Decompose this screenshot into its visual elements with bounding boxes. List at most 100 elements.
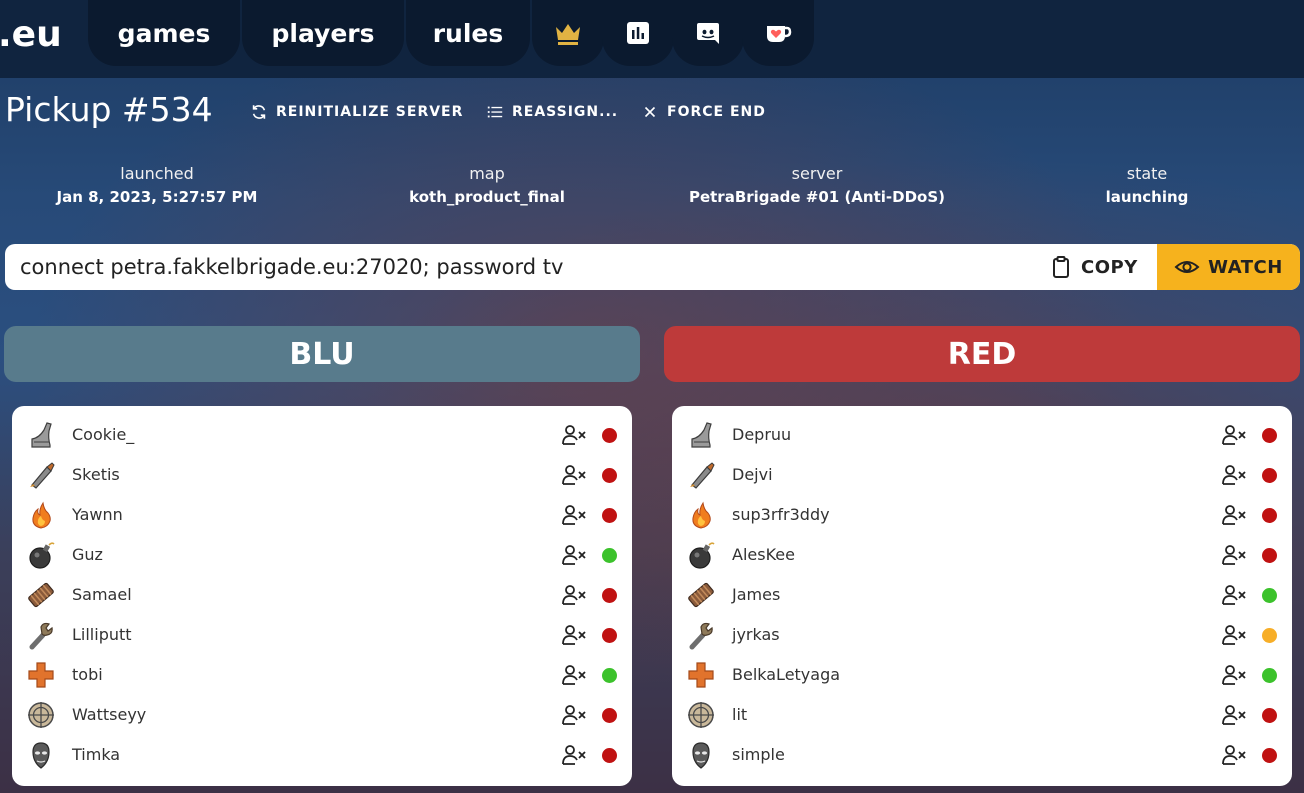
substitute-player-icon[interactable] xyxy=(561,543,587,567)
team-blu-roster: Cookie_ Sketis Yawnn Guz Samael Lilliputt tobi… xyxy=(12,406,632,786)
player-row: Cookie_ xyxy=(12,415,632,455)
player-status-indicator xyxy=(602,748,617,763)
reinitialize-server-label: REINITIALIZE SERVER xyxy=(276,104,464,120)
site-logo[interactable]: .eu xyxy=(0,14,62,55)
player-status-indicator xyxy=(602,428,617,443)
player-name[interactable]: Depruu xyxy=(732,415,791,455)
substitute-player-icon[interactable] xyxy=(561,503,587,527)
player-name[interactable]: James xyxy=(732,575,780,615)
player-name[interactable]: Timka xyxy=(72,735,120,775)
player-status-indicator xyxy=(602,468,617,483)
substitute-player-icon[interactable] xyxy=(561,463,587,487)
player-name[interactable]: Yawnn xyxy=(72,495,123,535)
sniper-class-icon xyxy=(686,700,716,730)
player-name[interactable]: Lilliputt xyxy=(72,615,132,655)
copy-label: COPY xyxy=(1081,256,1138,278)
launched-value: Jan 8, 2023, 5:27:57 PM xyxy=(56,188,258,206)
player-name[interactable]: AlesKee xyxy=(732,535,795,575)
scout-class-icon xyxy=(26,420,56,450)
nav-games[interactable]: games xyxy=(88,0,240,66)
substitute-player-icon[interactable] xyxy=(1221,583,1247,607)
player-row: simple xyxy=(672,735,1292,775)
player-row: Timka xyxy=(12,735,632,775)
force-end-button[interactable]: FORCE END xyxy=(641,102,766,122)
substitute-player-icon[interactable] xyxy=(561,663,587,687)
player-status-indicator xyxy=(1262,668,1277,683)
player-status-indicator xyxy=(602,588,617,603)
nav-admin[interactable] xyxy=(532,0,604,66)
nav-discord[interactable] xyxy=(672,0,744,66)
substitute-player-icon[interactable] xyxy=(1221,543,1247,567)
player-name[interactable]: Cookie_ xyxy=(72,415,134,455)
player-row: Yawnn xyxy=(12,495,632,535)
spy-class-icon xyxy=(686,740,716,770)
team-red-header: RED xyxy=(664,326,1300,382)
player-row: jyrkas xyxy=(672,615,1292,655)
player-name[interactable]: Sketis xyxy=(72,455,120,495)
team-red-roster: Depruu Dejvi sup3rfr3ddy AlesKee James jyrkas… xyxy=(672,406,1292,786)
connect-bar: connect petra.fakkelbrigade.eu:27020; pa… xyxy=(5,244,1300,290)
player-row: tobi xyxy=(12,655,632,695)
substitute-player-icon[interactable] xyxy=(1221,623,1247,647)
close-icon xyxy=(644,106,656,118)
player-status-indicator xyxy=(1262,628,1277,643)
list-icon xyxy=(487,106,503,118)
player-status-indicator xyxy=(1262,588,1277,603)
soldier-class-icon xyxy=(686,460,716,490)
player-name[interactable]: Dejvi xyxy=(732,455,773,495)
demoman-class-icon xyxy=(26,540,56,570)
clipboard-icon xyxy=(1053,256,1069,278)
nav-statistics[interactable] xyxy=(602,0,674,66)
engineer-class-icon xyxy=(686,620,716,650)
player-name[interactable]: simple xyxy=(732,735,785,775)
player-row: Dejvi xyxy=(672,455,1292,495)
copy-button[interactable]: COPY xyxy=(1049,244,1138,290)
substitute-player-icon[interactable] xyxy=(1221,423,1247,447)
substitute-player-icon[interactable] xyxy=(561,623,587,647)
watch-label: WATCH xyxy=(1208,256,1283,278)
substitute-player-icon[interactable] xyxy=(561,743,587,767)
player-name[interactable]: sup3rfr3ddy xyxy=(732,495,830,535)
map-label: map xyxy=(469,164,505,183)
reassign-button[interactable]: REASSIGN... xyxy=(486,102,618,122)
substitute-player-icon[interactable] xyxy=(1221,503,1247,527)
eye-icon xyxy=(1174,261,1200,273)
nav-players[interactable]: players xyxy=(242,0,404,66)
substitute-player-icon[interactable] xyxy=(1221,663,1247,687)
player-name[interactable]: BelkaLetyaga xyxy=(732,655,840,695)
info-server: server PetraBrigade #01 (Anti-DDoS) xyxy=(667,164,967,206)
watch-button[interactable]: WATCH xyxy=(1157,244,1300,290)
player-status-indicator xyxy=(602,668,617,683)
map-value: koth_product_final xyxy=(409,188,565,206)
player-status-indicator xyxy=(1262,468,1277,483)
player-status-indicator xyxy=(602,548,617,563)
player-row: Samael xyxy=(12,575,632,615)
server-label: server xyxy=(791,164,843,183)
player-name[interactable]: lit xyxy=(732,695,747,735)
reinitialize-server-button[interactable]: REINITIALIZE SERVER xyxy=(250,102,463,122)
player-name[interactable]: Guz xyxy=(72,535,103,575)
player-name[interactable]: Samael xyxy=(72,575,132,615)
nav-rules[interactable]: rules xyxy=(406,0,530,66)
player-name[interactable]: Wattseyy xyxy=(72,695,146,735)
stats-icon xyxy=(627,22,649,44)
player-row: Lilliputt xyxy=(12,615,632,655)
substitute-player-icon[interactable] xyxy=(1221,743,1247,767)
state-value: launching xyxy=(1105,188,1189,206)
pyro-class-icon xyxy=(26,500,56,530)
substitute-player-icon[interactable] xyxy=(561,423,587,447)
player-status-indicator xyxy=(602,628,617,643)
nav-kofi[interactable] xyxy=(742,0,814,66)
discord-icon xyxy=(697,23,719,44)
info-state: state launching xyxy=(997,164,1297,206)
connect-command[interactable]: connect petra.fakkelbrigade.eu:27020; pa… xyxy=(20,244,563,290)
substitute-player-icon[interactable] xyxy=(1221,703,1247,727)
substitute-player-icon[interactable] xyxy=(561,583,587,607)
sniper-class-icon xyxy=(26,700,56,730)
player-row: Depruu xyxy=(672,415,1292,455)
player-name[interactable]: tobi xyxy=(72,655,103,695)
player-name[interactable]: jyrkas xyxy=(732,615,780,655)
substitute-player-icon[interactable] xyxy=(1221,463,1247,487)
substitute-player-icon[interactable] xyxy=(561,703,587,727)
demoman-class-icon xyxy=(686,540,716,570)
